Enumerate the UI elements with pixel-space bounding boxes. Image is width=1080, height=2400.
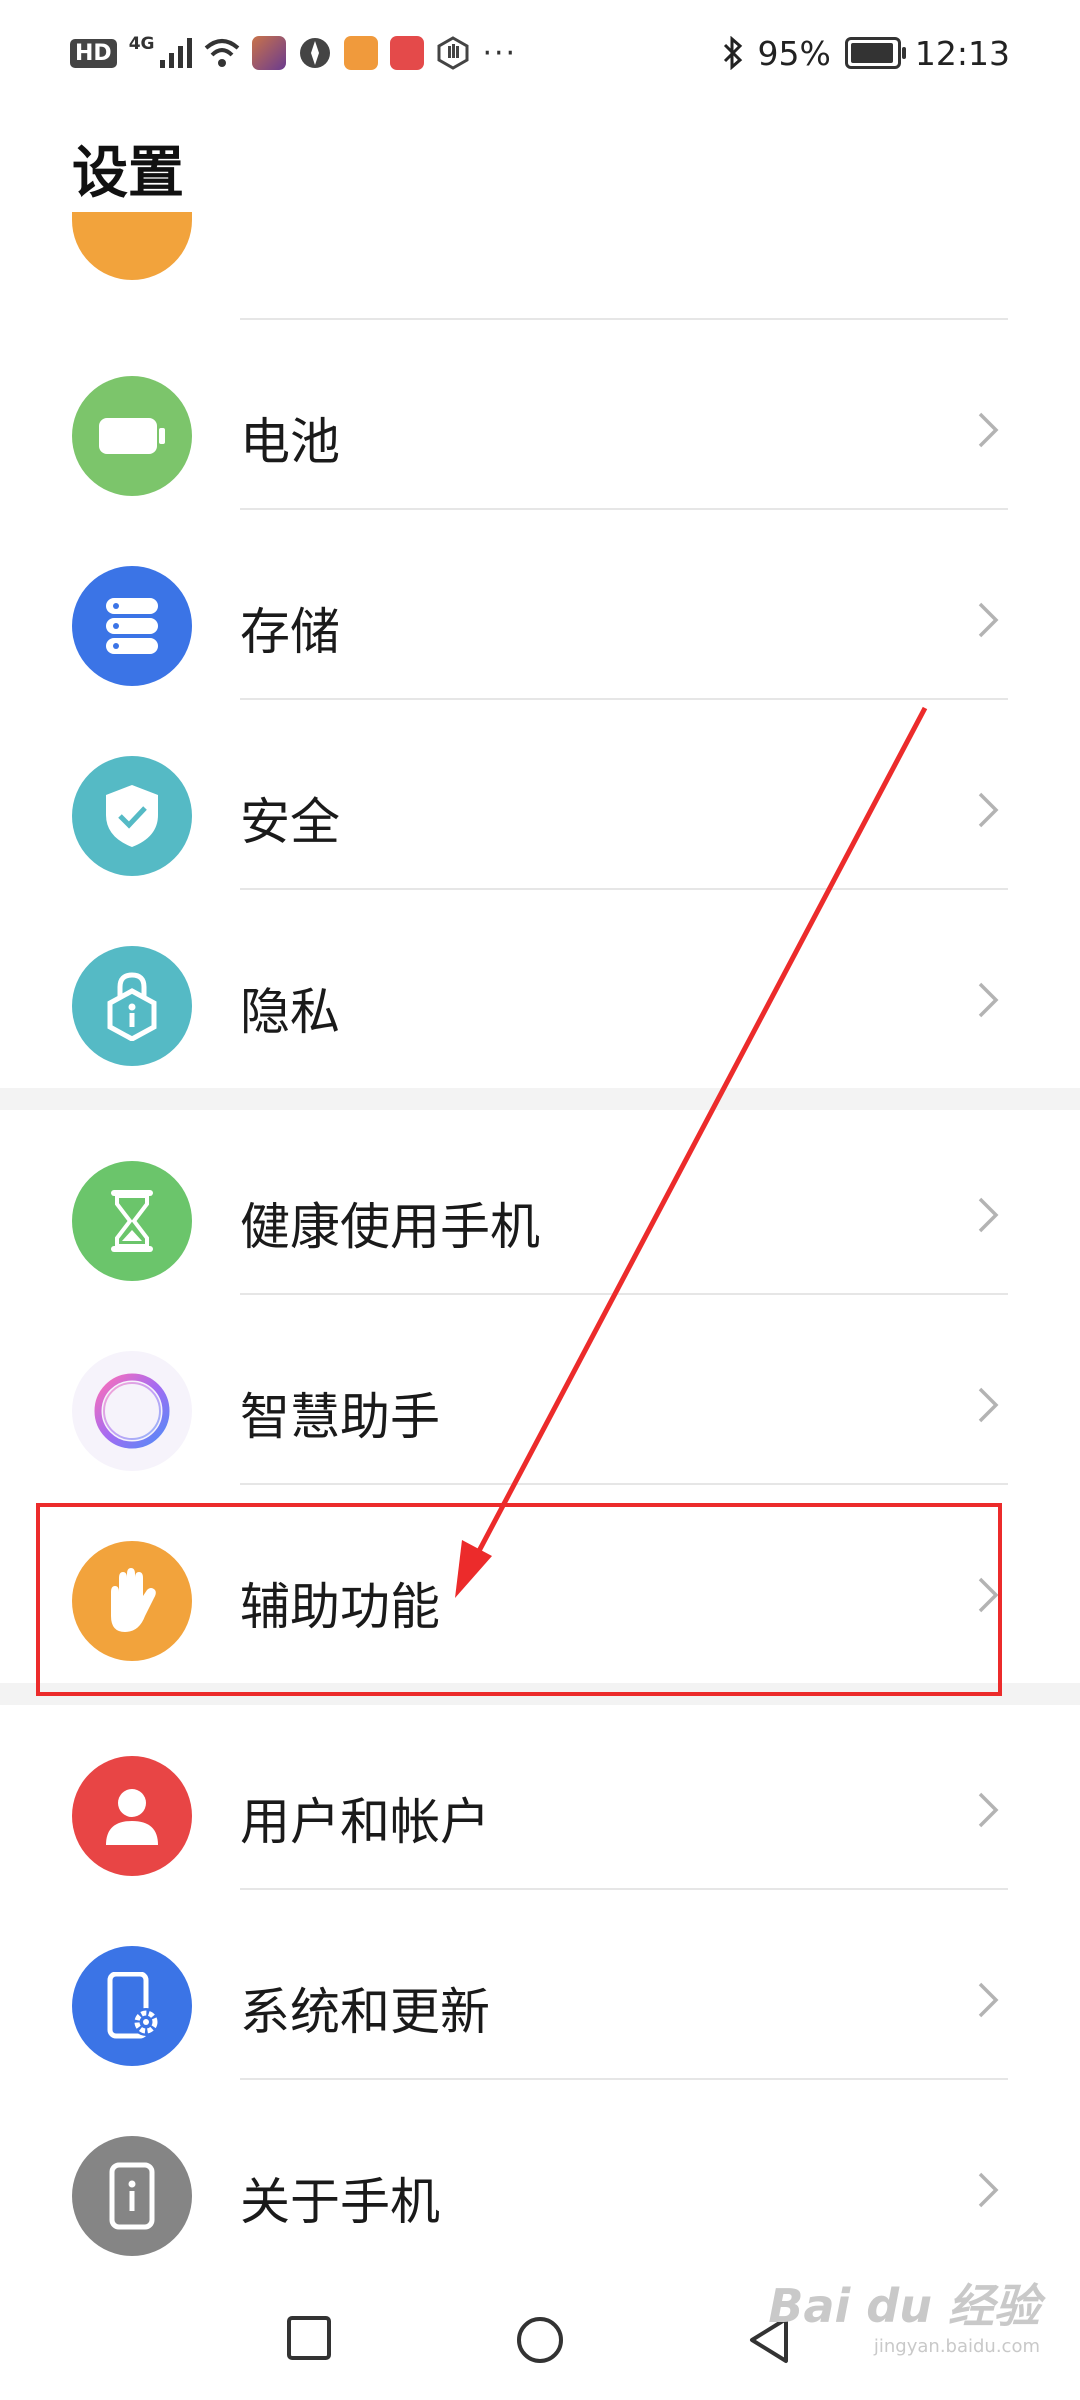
recents-button[interactable] — [286, 2315, 332, 2361]
watermark-logo: Bai du 经验 — [768, 2279, 1040, 2333]
home-button[interactable] — [515, 2315, 565, 2365]
watermark: Bai du 经验 jingyan.baidu.com — [768, 2270, 1040, 2357]
watermark-url: jingyan.baidu.com — [873, 2336, 1040, 2357]
annotation-arrow-icon — [455, 706, 928, 1598]
